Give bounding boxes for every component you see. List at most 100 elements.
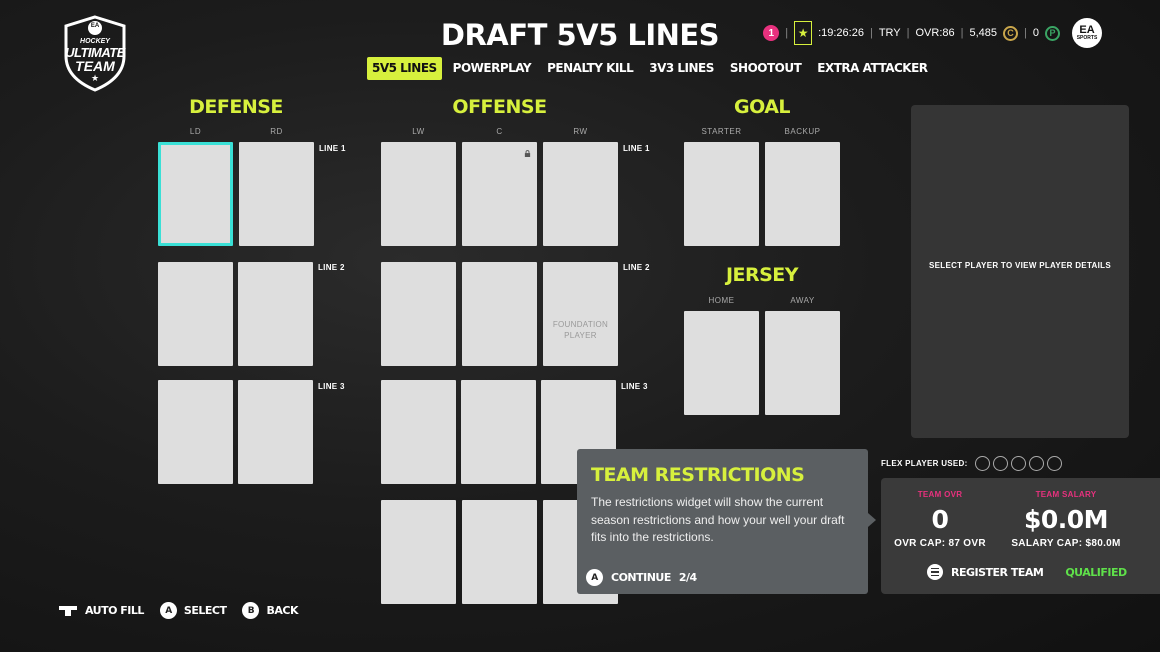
slot-offense-line3-c[interactable] — [461, 380, 536, 484]
team-summary-panel: TEAM OVR 0 OVR CAP: 87 OVR TEAM SALARY $… — [881, 478, 1160, 594]
slot-goal-backup[interactable] — [765, 142, 840, 246]
slot-goal-starter[interactable] — [684, 142, 759, 246]
offense-line3-label: LINE 3 — [621, 382, 648, 391]
col-lw: LW — [412, 127, 425, 136]
team-salary-label: TEAM SALARY — [1035, 490, 1097, 499]
defense-heading: DEFENSE — [189, 96, 283, 118]
defense-line2-label: LINE 2 — [318, 263, 345, 272]
tab-3v3-lines[interactable]: 3V3 LINES — [644, 57, 719, 80]
back-label: BACK — [266, 604, 298, 617]
jersey-heading: JERSEY — [725, 264, 799, 286]
slot-offense-line1-c[interactable] — [462, 142, 537, 246]
divider: | — [960, 27, 964, 39]
flex-slot-circle — [974, 456, 990, 471]
slot-defense-line3-rd[interactable] — [238, 380, 313, 484]
col-rd: RD — [270, 127, 283, 136]
coin-icon: C — [1003, 25, 1019, 41]
region-text: TRY — [878, 27, 901, 39]
flex-slot-circle — [1010, 456, 1026, 471]
slot-defense-line2-rd[interactable] — [238, 262, 313, 366]
team-salary-value: $0.0M — [1023, 505, 1109, 534]
page-title: DRAFT 5V5 LINES — [440, 18, 720, 52]
a-button-icon: A — [586, 569, 603, 586]
slot-offense-line3-lw[interactable] — [381, 380, 456, 484]
slot-defense-line1-ld[interactable] — [158, 142, 233, 246]
tab-powerplay[interactable]: POWERPLAY — [448, 57, 536, 80]
team-ovr-value: 0 — [931, 505, 949, 534]
flex-player-label: FLEX PLAYER USED: — [881, 459, 968, 468]
goal-heading: GOAL — [733, 96, 791, 118]
divider: | — [1024, 27, 1027, 39]
offense-line1-label: LINE 1 — [623, 144, 650, 153]
continue-button[interactable]: A CONTINUE 2/4 — [586, 569, 697, 586]
col-ld: LD — [189, 127, 202, 136]
team-restrictions-tooltip: TEAM RESTRICTIONS The restrictions widge… — [577, 449, 876, 594]
star-icon[interactable]: ★ — [794, 21, 813, 45]
lock-icon — [524, 150, 531, 157]
ea-sports-logo: EA SPORTS — [1072, 18, 1102, 48]
select-label: SELECT — [183, 604, 227, 617]
offense-heading: OFFENSE — [452, 96, 547, 118]
auto-fill-label: AUTO FILL — [85, 604, 144, 617]
points-text: 0 — [1032, 27, 1039, 39]
status-bar: 1 | ★ :19:26:26 | TRY | OVR:86 | 5,485 C… — [763, 18, 1102, 48]
notification-badge[interactable]: 1 — [763, 25, 780, 41]
slot-offense-line4-lw[interactable] — [381, 500, 456, 604]
player-details-placeholder: SELECT PLAYER TO VIEW PLAYER DETAILS — [929, 261, 1111, 270]
a-button-icon: A — [159, 602, 177, 619]
slot-offense-line4-c[interactable] — [462, 500, 537, 604]
slot-offense-line2-rw[interactable]: FOUNDATION PLAYER — [543, 262, 618, 366]
defense-line3-label: LINE 3 — [318, 382, 345, 391]
offense-line2-label: LINE 2 — [623, 263, 650, 272]
tab-penalty-kill[interactable]: PENALTY KILL — [542, 57, 638, 80]
tooltip-step: 2/4 — [678, 571, 697, 584]
tooltip-body: The restrictions widget will show the cu… — [591, 495, 845, 544]
team-ovr-label: TEAM OVR — [917, 490, 963, 499]
divider: | — [785, 27, 789, 39]
register-team-button[interactable]: REGISTER TEAM QUALIFIED — [927, 564, 1127, 580]
ovr-cap-text: OVR CAP: 87 OVR — [894, 538, 986, 549]
register-team-label: REGISTER TEAM — [951, 565, 1044, 579]
tab-5v5-lines[interactable]: 5V5 LINES — [367, 57, 442, 80]
slot-defense-line1-rd[interactable] — [239, 142, 314, 246]
player-details-panel: SELECT PLAYER TO VIEW PLAYER DETAILS — [911, 105, 1129, 438]
col-home: HOME — [708, 296, 735, 305]
tab-shootout[interactable]: SHOOTOUT — [725, 57, 806, 80]
flex-slot-circle — [1028, 456, 1044, 471]
slot-offense-line2-lw[interactable] — [381, 262, 456, 366]
continue-label: CONTINUE — [611, 571, 671, 584]
slot-offense-line1-lw[interactable] — [381, 142, 456, 246]
trigger-icon — [59, 605, 77, 616]
ea-badge-text: EA — [90, 23, 100, 29]
timer-text: :19:26:26 — [818, 27, 864, 39]
select-button[interactable]: A SELECT — [159, 602, 227, 619]
flex-player-indicator: FLEX PLAYER USED: — [881, 456, 1062, 471]
slot-defense-line3-ld[interactable] — [158, 380, 233, 484]
logo-team-text: TEAM — [75, 58, 115, 74]
slot-jersey-away[interactable] — [765, 311, 840, 415]
points-icon: P — [1045, 25, 1060, 41]
slot-defense-line2-ld[interactable] — [158, 262, 233, 366]
logo-hockey-text: HOCKEY — [80, 38, 110, 45]
col-rw: RW — [573, 127, 588, 136]
tooltip-title: TEAM RESTRICTIONS — [591, 464, 805, 486]
col-backup: BACKUP — [784, 127, 821, 136]
col-starter: STARTER — [701, 127, 742, 136]
back-button[interactable]: B BACK — [242, 602, 298, 619]
divider: | — [906, 27, 910, 39]
foundation-player-label: FOUNDATION PLAYER — [552, 320, 609, 340]
ovr-text: OVR:86 — [915, 27, 955, 39]
auto-fill-button[interactable]: AUTO FILL — [58, 604, 144, 617]
flex-slot-circle — [1046, 456, 1062, 471]
tab-extra-attacker[interactable]: EXTRA ATTACKER — [812, 57, 932, 80]
ea-logo-text: EA — [1079, 24, 1095, 36]
ea-logo-sub: SPORTS — [1076, 35, 1098, 41]
slot-offense-line1-rw[interactable] — [543, 142, 618, 246]
col-away: AWAY — [790, 296, 815, 305]
slot-offense-line2-c[interactable] — [462, 262, 537, 366]
qualified-status: QUALIFIED — [1065, 565, 1127, 579]
slot-jersey-home[interactable] — [684, 311, 759, 415]
controller-hints: AUTO FILL A SELECT B BACK — [58, 602, 298, 619]
ultimate-team-logo: EA HOCKEY ULTIMATE TEAM ★ — [58, 14, 132, 92]
b-button-icon: B — [242, 602, 260, 619]
